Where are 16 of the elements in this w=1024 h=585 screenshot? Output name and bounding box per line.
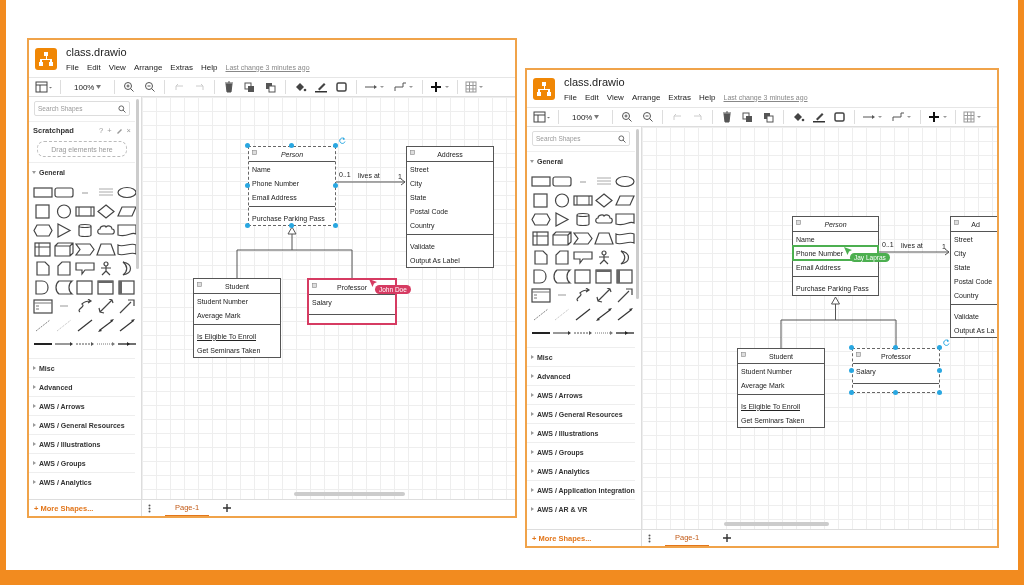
zoom-dropdown[interactable]: 100% xyxy=(572,112,600,122)
menu-item[interactable]: File xyxy=(66,62,79,72)
file-title: class.drawio xyxy=(66,45,128,58)
menu-item[interactable]: Help xyxy=(699,92,716,102)
menu-item[interactable]: Edit xyxy=(584,92,599,102)
menu-item[interactable]: Arrange xyxy=(133,62,163,72)
menu-item[interactable]: View xyxy=(108,62,126,72)
menu-item[interactable]: Help xyxy=(201,62,218,72)
file-title: class.drawio xyxy=(564,75,626,88)
menu-item[interactable]: File xyxy=(564,92,577,102)
menu-item[interactable]: View xyxy=(606,92,624,102)
menu-item[interactable]: Arrange xyxy=(631,92,661,102)
zoom-dropdown[interactable]: 100% xyxy=(74,82,102,92)
menu-item[interactable]: Extras xyxy=(170,62,194,72)
menu-item[interactable]: Extras xyxy=(668,92,692,102)
menu-item[interactable]: Edit xyxy=(86,62,101,72)
